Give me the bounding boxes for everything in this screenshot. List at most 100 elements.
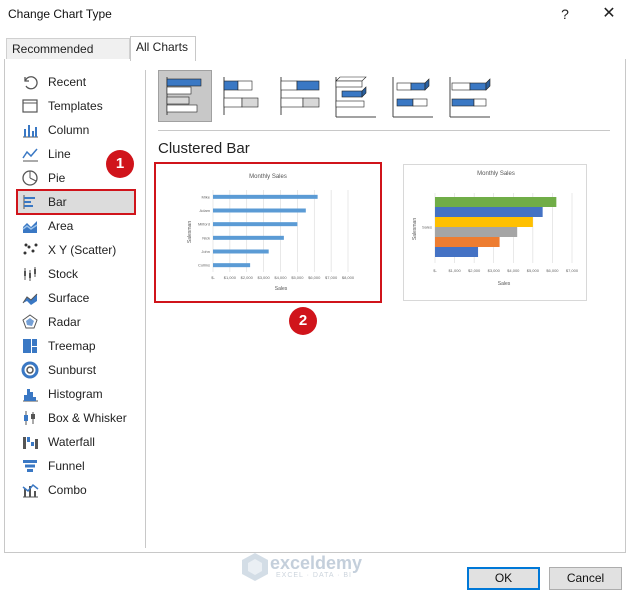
bar-adam [213, 208, 306, 213]
panel-divider [145, 70, 146, 548]
category-item-bar[interactable]: Bar [16, 189, 136, 215]
x-axis-label: Sales [275, 286, 288, 292]
category-label: Radar [48, 315, 81, 329]
step-badge-2: 2 [289, 307, 317, 335]
column-chart-icon [20, 121, 40, 139]
x-tick-label: $1,000 [224, 275, 237, 280]
bar-nick [213, 235, 284, 240]
tab-all-charts[interactable]: All Charts [130, 36, 196, 61]
watermark-tagline: EXCEL · DATA · BI [276, 572, 352, 579]
x-tick-label: $3,000 [488, 268, 501, 273]
3d-100-stacked-bar-subtype-icon[interactable] [443, 70, 497, 122]
category-item-radar[interactable]: Radar [18, 311, 134, 333]
bar-series-4 [435, 217, 533, 227]
x-tick-label: $5,000 [527, 268, 540, 273]
y-tick-label: Nick [202, 235, 210, 240]
chart-preview-selected[interactable]: Monthly Sales $- $1,000 $2,000 $3,000 $4,000 $… [154, 162, 382, 303]
y-tick-label: Collins [198, 263, 210, 268]
category-label: Templates [48, 99, 103, 113]
help-button[interactable]: ? [553, 2, 577, 26]
x-tick-label: $2,000 [241, 275, 254, 280]
box-whisker-chart-icon [20, 409, 40, 427]
x-tick-label: $6,000 [546, 268, 559, 273]
area-chart-icon [20, 217, 40, 235]
y-axis-label: Salesman [187, 221, 193, 243]
category-item-templates[interactable]: Templates [18, 95, 134, 117]
x-tick-label: $2,000 [468, 268, 481, 273]
bar-series-5 [435, 207, 543, 217]
clustered-bar-subtype-icon[interactable] [158, 70, 212, 122]
x-tick-label: $- [211, 275, 215, 280]
histogram-chart-icon [20, 385, 40, 403]
category-label: Histogram [48, 387, 103, 401]
category-label: Sunburst [48, 363, 97, 377]
category-label: Combo [48, 483, 87, 497]
category-item-surface[interactable]: Surface [18, 287, 134, 309]
category-item-area[interactable]: Area [18, 215, 134, 237]
cancel-button[interactable]: Cancel [549, 567, 622, 590]
category-label: Surface [48, 291, 90, 305]
category-label: Treemap [48, 339, 96, 353]
watermark: exceldemy EXCEL · DATA · BI [240, 549, 390, 585]
category-label: Box & Whisker [48, 411, 127, 425]
category-item-funnel[interactable]: Funnel [18, 455, 134, 477]
y-tick-label: Milford [198, 222, 210, 227]
category-item-treemap[interactable]: Treemap [18, 335, 134, 357]
tab-recommended-charts[interactable]: Recommended Charts [6, 38, 130, 76]
waterfall-chart-icon [20, 433, 40, 451]
chart-preview-alternate[interactable]: Monthly Sales $- $1,000 $2,000 $3,000 $4,000 $… [403, 164, 587, 301]
pie-chart-icon [20, 169, 40, 187]
bar-collins [213, 263, 251, 268]
x-tick-label: $4,000 [507, 268, 520, 273]
subtype-separator [158, 130, 610, 131]
category-item-histogram[interactable]: Histogram [18, 383, 134, 405]
watermark-name: exceldemy [270, 553, 363, 573]
category-item-waterfall[interactable]: Waterfall [18, 431, 134, 453]
category-item-column[interactable]: Column [18, 119, 134, 141]
x-tick-label: $3,000 [258, 275, 271, 280]
category-item-combo[interactable]: Combo [18, 479, 134, 501]
tab-strip: Recommended Charts All Charts [0, 36, 630, 76]
category-label: Pie [48, 171, 66, 185]
surface-chart-icon [20, 289, 40, 307]
category-label: Recent [48, 75, 87, 89]
category-item-x-y-scatter[interactable]: X Y (Scatter) [18, 239, 134, 261]
subtype-title: Clustered Bar [158, 140, 250, 157]
y-tick-label: Mike [202, 194, 211, 199]
category-item-stock[interactable]: Stock [18, 263, 134, 285]
x-axis-label: Sales [498, 281, 511, 287]
category-label: Line [48, 147, 71, 161]
x-tick-label: $1,000 [448, 268, 461, 273]
3d-stacked-bar-subtype-icon[interactable] [386, 70, 440, 122]
category-item-sunburst[interactable]: Sunburst [18, 359, 134, 381]
category-label: Column [48, 123, 90, 137]
100-stacked-bar-subtype-icon[interactable] [272, 70, 326, 122]
bar-john [213, 249, 269, 254]
combo-chart-icon [20, 481, 40, 499]
category-label: Funnel [48, 459, 85, 473]
funnel-chart-icon [20, 457, 40, 475]
x-tick-label: $5,000 [291, 275, 304, 280]
recent-icon [20, 73, 40, 91]
treemap-chart-icon [20, 337, 40, 355]
chart-title: Monthly Sales [477, 171, 515, 177]
chart-title: Monthly Sales [249, 174, 287, 180]
clustered-bar-preview-chart: Monthly Sales $- $1,000 $2,000 $3,000 $4,000 $… [187, 174, 355, 292]
bar-series-6 [435, 197, 557, 207]
3d-clustered-bar-subtype-icon[interactable] [329, 70, 383, 122]
series-bar-preview-chart: Monthly Sales $- $1,000 $2,000 $3,000 $4,000 $… [412, 171, 579, 287]
category-item-recent[interactable]: Recent [18, 71, 134, 93]
templates-icon [20, 97, 40, 115]
x-tick-label: $8,000 [342, 275, 355, 280]
close-button[interactable]: ✕ [597, 2, 621, 26]
x-tick-label: $7,000 [566, 268, 579, 273]
x-tick-label: $- [433, 268, 437, 273]
stacked-bar-subtype-icon[interactable] [215, 70, 269, 122]
y-tick-label: John [201, 249, 210, 254]
exceldemy-logo-icon [242, 553, 268, 581]
category-item-box-whisker[interactable]: Box & Whisker [18, 407, 134, 429]
x-tick-label: $6,000 [308, 275, 321, 280]
ok-button[interactable]: OK [467, 567, 540, 590]
bar-chart-icon [20, 193, 40, 211]
sunburst-chart-icon [20, 361, 40, 379]
